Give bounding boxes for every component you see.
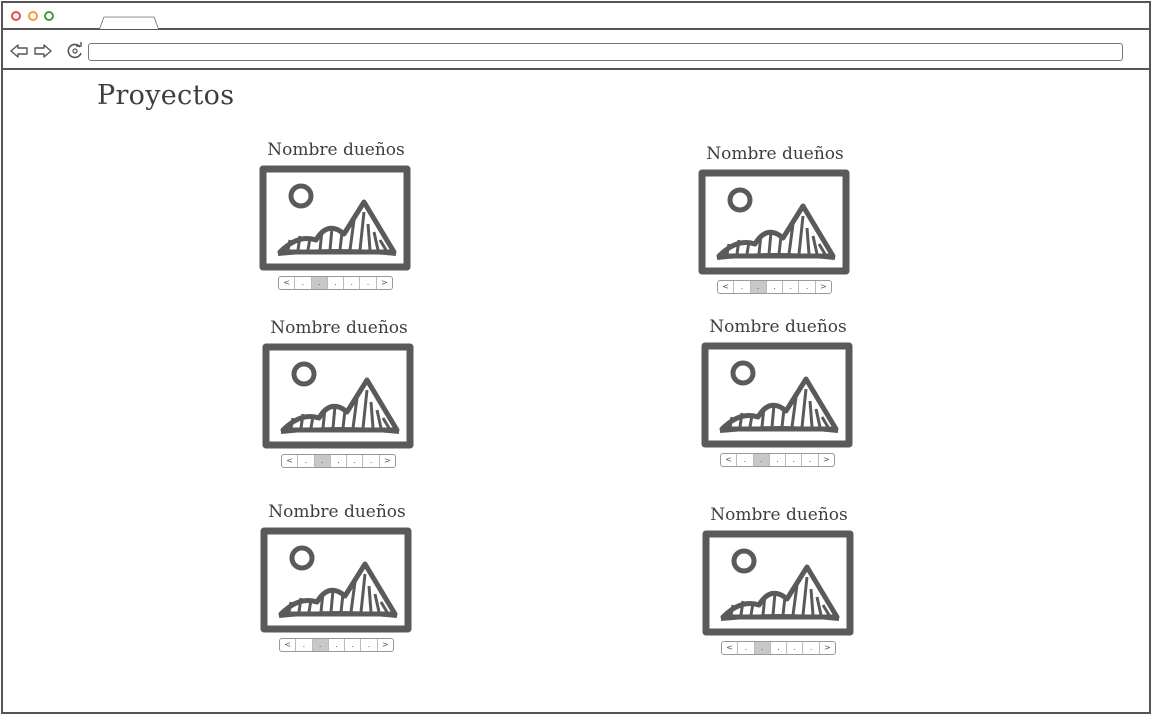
minimize-window-icon[interactable]: [28, 11, 38, 21]
project-card[interactable]: Nombre dueños <..... >: [259, 318, 419, 488]
project-owner-name: Nombre dueños: [270, 318, 408, 338]
back-arrow-icon[interactable]: [9, 43, 29, 59]
pager-page-dot[interactable]: .: [361, 639, 378, 651]
pager-page-dot[interactable]: .: [737, 454, 754, 466]
pager-page-dot[interactable]: .: [311, 277, 328, 289]
project-owner-name: Nombre dueños: [709, 317, 847, 337]
pager-next-button[interactable]: >: [819, 454, 834, 466]
browser-navbar: [3, 30, 1149, 70]
project-owner-name: Nombre dueños: [706, 144, 844, 164]
pager-page-dot[interactable]: .: [345, 639, 362, 651]
pager-page-dot[interactable]: .: [767, 281, 784, 293]
pager-page-dot[interactable]: .: [770, 454, 787, 466]
pager-prev-button[interactable]: <: [718, 281, 735, 293]
project-owner-name: Nombre dueños: [268, 502, 406, 522]
pager-page-dot[interactable]: .: [738, 642, 755, 654]
browser-tab[interactable]: [99, 16, 159, 29]
page-title: Proyectos: [97, 80, 235, 111]
pager-page-dot[interactable]: .: [802, 454, 819, 466]
image-placeholder-icon[interactable]: [697, 168, 851, 276]
pager-page-dot[interactable]: .: [295, 277, 312, 289]
pager-page-dot[interactable]: .: [786, 454, 803, 466]
pager-next-button[interactable]: >: [816, 281, 831, 293]
image-placeholder-icon[interactable]: [258, 164, 412, 272]
project-card[interactable]: Nombre dueños <..... >: [699, 505, 859, 675]
pager-prev-button[interactable]: <: [721, 454, 738, 466]
close-window-icon[interactable]: [11, 11, 21, 21]
pager-page-dot[interactable]: .: [296, 639, 313, 651]
pager-page-dot[interactable]: .: [750, 281, 767, 293]
pager-next-button[interactable]: >: [377, 277, 392, 289]
project-owner-name: Nombre dueños: [710, 505, 848, 525]
pager-prev-button[interactable]: <: [280, 639, 297, 651]
image-pager[interactable]: <..... >: [717, 280, 832, 294]
pager-page-dot[interactable]: .: [783, 281, 800, 293]
pager-page-dot[interactable]: .: [734, 281, 751, 293]
image-placeholder-icon[interactable]: [259, 526, 413, 634]
pager-page-dot[interactable]: .: [771, 642, 788, 654]
reload-icon[interactable]: [66, 42, 84, 60]
pager-page-dot[interactable]: .: [799, 281, 816, 293]
pager-page-dot[interactable]: .: [363, 455, 380, 467]
pager-next-button[interactable]: >: [380, 455, 395, 467]
pager-next-button[interactable]: >: [820, 642, 835, 654]
pager-page-dot[interactable]: .: [312, 639, 329, 651]
project-card[interactable]: Nombre dueños <..... >: [256, 140, 416, 310]
image-pager[interactable]: <..... >: [721, 641, 836, 655]
pager-page-dot[interactable]: .: [298, 455, 315, 467]
project-owner-name: Nombre dueños: [267, 140, 405, 160]
browser-titlebar: [3, 3, 1149, 30]
forward-arrow-icon[interactable]: [33, 43, 53, 59]
project-card[interactable]: Nombre dueños <..... >: [695, 144, 855, 314]
maximize-window-icon[interactable]: [44, 11, 54, 21]
pager-prev-button[interactable]: <: [722, 642, 739, 654]
pager-page-dot[interactable]: .: [803, 642, 820, 654]
image-placeholder-icon[interactable]: [261, 342, 415, 450]
pager-prev-button[interactable]: <: [279, 277, 296, 289]
pager-page-dot[interactable]: .: [331, 455, 348, 467]
image-pager[interactable]: <..... >: [278, 276, 393, 290]
pager-page-dot[interactable]: .: [754, 642, 771, 654]
pager-page-dot[interactable]: .: [344, 277, 361, 289]
url-bar[interactable]: [88, 43, 1123, 61]
pager-prev-button[interactable]: <: [282, 455, 299, 467]
pager-page-dot[interactable]: .: [753, 454, 770, 466]
pager-page-dot[interactable]: .: [787, 642, 804, 654]
pager-page-dot[interactable]: .: [328, 277, 345, 289]
pager-page-dot[interactable]: .: [314, 455, 331, 467]
image-pager[interactable]: <..... >: [720, 453, 835, 467]
image-pager[interactable]: <..... >: [279, 638, 394, 652]
project-card[interactable]: Nombre dueños <..... >: [698, 317, 858, 487]
pager-page-dot[interactable]: .: [347, 455, 364, 467]
pager-next-button[interactable]: >: [378, 639, 393, 651]
project-card[interactable]: Nombre dueños <..... >: [257, 502, 417, 672]
image-placeholder-icon[interactable]: [701, 529, 855, 637]
pager-page-dot[interactable]: .: [360, 277, 377, 289]
pager-page-dot[interactable]: .: [329, 639, 346, 651]
image-placeholder-icon[interactable]: [700, 341, 854, 449]
image-pager[interactable]: <..... >: [281, 454, 396, 468]
